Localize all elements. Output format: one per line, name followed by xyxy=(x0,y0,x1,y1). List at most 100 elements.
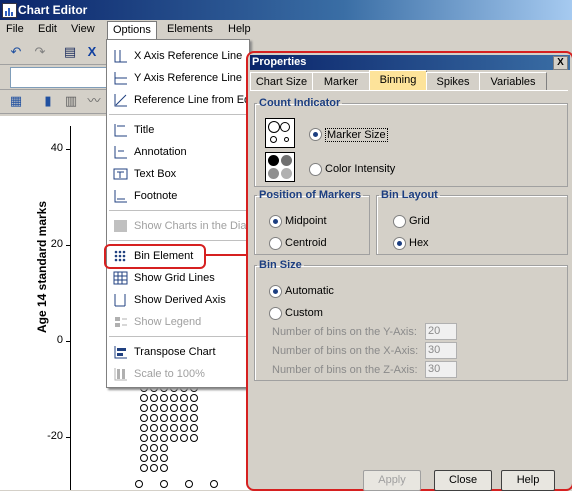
color-intensity-label[interactable]: Color Intensity xyxy=(325,163,395,175)
bin-marker xyxy=(150,444,158,452)
menu-item-reference-line-from-equation[interactable]: Reference Line from Eq xyxy=(107,90,250,110)
grid-icon[interactable]: ▦ xyxy=(8,93,24,109)
line-chart-icon[interactable]: 〰 xyxy=(86,93,102,109)
y-tick-label: 0 xyxy=(56,334,63,346)
bin-element-highlight xyxy=(104,244,206,269)
menu-edit[interactable]: Edit xyxy=(36,23,59,35)
show-charts-icon xyxy=(113,219,128,233)
grid-lines-icon xyxy=(113,271,128,285)
menu-item-scale-to-100: Scale to 100% xyxy=(107,364,249,384)
x-bins-label: Number of bins on the X-Axis: xyxy=(272,345,419,357)
menu-bar: File Edit View Options Elements Help xyxy=(0,20,572,41)
custom-radio[interactable] xyxy=(269,307,282,320)
menu-item-show-legend: Show Legend xyxy=(107,312,249,332)
menu-item-title[interactable]: Title xyxy=(107,120,249,140)
menu-elements[interactable]: Elements xyxy=(165,23,215,35)
x-axis-reference-icon xyxy=(113,49,128,63)
x-bins-input[interactable]: 30 xyxy=(425,342,457,359)
help-button[interactable]: Help xyxy=(501,470,555,491)
close-button[interactable]: Close xyxy=(434,470,492,491)
menu-help[interactable]: Help xyxy=(226,23,253,35)
menu-file[interactable]: File xyxy=(4,23,26,35)
bin-marker xyxy=(160,480,168,488)
tab-variables[interactable]: Variables xyxy=(479,72,547,91)
bin-marker xyxy=(160,454,168,462)
bin-marker xyxy=(170,394,178,402)
window-title-bar: Chart Editor xyxy=(0,0,572,20)
apply-button[interactable]: Apply xyxy=(363,470,421,491)
midpoint-radio[interactable] xyxy=(269,215,282,228)
automatic-label[interactable]: Automatic xyxy=(285,285,334,297)
hex-radio[interactable] xyxy=(393,237,406,250)
bar-chart-icon[interactable]: ▮ xyxy=(40,93,56,109)
bin-size-legend: Bin Size xyxy=(259,259,302,271)
automatic-radio[interactable] xyxy=(269,285,282,298)
menu-item-footnote[interactable]: Footnote xyxy=(107,186,249,206)
centroid-radio[interactable] xyxy=(269,237,282,250)
transpose-icon xyxy=(113,345,128,359)
bin-marker xyxy=(140,394,148,402)
tab-chart-size[interactable]: Chart Size xyxy=(250,72,313,91)
menu-options[interactable]: Options xyxy=(107,21,157,41)
position-of-markers-legend: Position of Markers xyxy=(259,189,362,201)
text-input[interactable] xyxy=(10,67,107,88)
text-box-icon xyxy=(113,167,128,181)
bin-layout-legend: Bin Layout xyxy=(381,189,438,201)
bin-marker xyxy=(180,414,188,422)
bin-marker xyxy=(170,414,178,422)
tab-marker[interactable]: Marker xyxy=(312,72,370,91)
undo-icon[interactable]: ↶ xyxy=(8,44,24,60)
bin-marker xyxy=(140,464,148,472)
menu-item-x-axis-reference-line[interactable]: X Axis Reference Line xyxy=(107,46,249,66)
tab-binning[interactable]: Binning xyxy=(369,70,427,91)
marker-size-label[interactable]: Marker Size xyxy=(325,128,388,142)
bin-marker xyxy=(160,394,168,402)
z-bins-input[interactable]: 30 xyxy=(425,361,457,378)
menu-view[interactable]: View xyxy=(69,23,97,35)
menu-item-show-derived-axis[interactable]: Show Derived Axis xyxy=(107,290,249,310)
legend-icon xyxy=(113,315,128,329)
custom-label[interactable]: Custom xyxy=(285,307,323,319)
menu-item-annotation[interactable]: Annotation xyxy=(107,142,249,162)
color-intensity-radio[interactable] xyxy=(309,163,322,176)
midpoint-label[interactable]: Midpoint xyxy=(285,215,327,227)
tab-divider xyxy=(250,90,568,91)
histogram-icon[interactable]: ▥ xyxy=(63,93,79,109)
y-bins-label: Number of bins on the Y-Axis: xyxy=(272,326,417,338)
bin-marker xyxy=(170,434,178,442)
menu-item-transpose-chart[interactable]: Transpose Chart xyxy=(107,342,249,362)
bin-marker xyxy=(180,404,188,412)
bin-marker xyxy=(190,414,198,422)
centroid-label[interactable]: Centroid xyxy=(285,237,327,249)
bin-marker xyxy=(150,454,158,462)
y-tick xyxy=(66,341,71,342)
bin-marker xyxy=(140,434,148,442)
bin-marker xyxy=(180,434,188,442)
x-axis-select-icon[interactable]: X xyxy=(84,44,100,60)
title-icon xyxy=(113,123,128,137)
grid-label[interactable]: Grid xyxy=(409,215,430,227)
menu-item-show-grid-lines[interactable]: Show Grid Lines xyxy=(107,268,249,288)
close-icon[interactable]: X xyxy=(553,56,568,70)
y-bins-input[interactable]: 20 xyxy=(425,323,457,340)
properties-icon[interactable]: ▤ xyxy=(62,44,78,60)
bin-marker xyxy=(150,414,158,422)
bin-marker xyxy=(170,424,178,432)
properties-dialog: Properties X Chart Size Marker Binning S… xyxy=(246,51,572,491)
bin-marker xyxy=(190,424,198,432)
menu-item-text-box[interactable]: Text Box xyxy=(107,164,249,184)
tab-spikes[interactable]: Spikes xyxy=(426,72,480,91)
menu-item-y-axis-reference-line[interactable]: Y Axis Reference Line xyxy=(107,68,249,88)
bin-marker xyxy=(160,424,168,432)
window-title: Chart Editor xyxy=(18,3,88,17)
bin-marker xyxy=(150,394,158,402)
redo-icon[interactable]: ↷ xyxy=(32,44,48,60)
y-axis-line xyxy=(70,126,71,490)
toolbar-edit: ↶ ↷ ▤ X xyxy=(0,41,110,65)
bin-size-group: Bin Size xyxy=(254,259,568,381)
marker-size-radio[interactable] xyxy=(309,128,322,141)
grid-radio[interactable] xyxy=(393,215,406,228)
bin-marker xyxy=(185,480,193,488)
hex-label[interactable]: Hex xyxy=(409,237,429,249)
reference-line-equation-icon xyxy=(113,93,128,107)
